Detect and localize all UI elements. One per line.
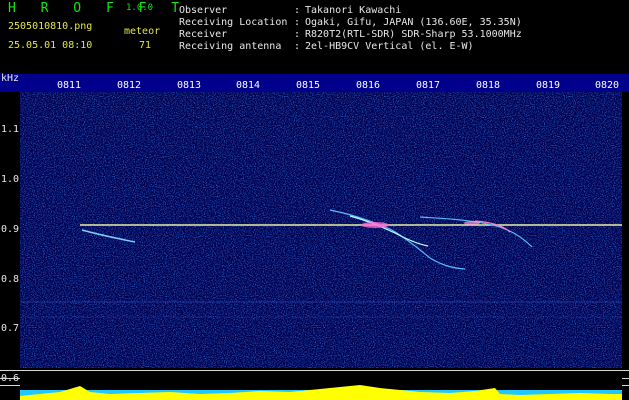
info-sep: : bbox=[294, 29, 301, 40]
info-sep: : bbox=[294, 17, 301, 28]
y-tick-label: 0.6 bbox=[1, 373, 20, 384]
meteor-head-echo bbox=[361, 222, 389, 228]
x-tick-label: 0820 bbox=[595, 80, 620, 91]
x-tick-label: 0816 bbox=[356, 80, 381, 91]
y-axis-unit: kHz bbox=[1, 73, 20, 84]
x-tick-label: 0819 bbox=[536, 80, 561, 91]
y-tick-label: 1.1 bbox=[1, 124, 20, 135]
file-name: 2505010810.png bbox=[8, 21, 93, 32]
info-key-observer: Observer bbox=[179, 5, 228, 16]
y-tick-label: 1.0 bbox=[1, 174, 20, 185]
info-sep: : bbox=[294, 41, 301, 52]
x-tick-label: 0817 bbox=[416, 80, 441, 91]
reference-line bbox=[0, 370, 629, 371]
meteor-label: meteor bbox=[124, 26, 161, 37]
info-sep: : bbox=[294, 5, 301, 16]
signal-level-meter bbox=[20, 378, 622, 400]
x-tick-label: 0812 bbox=[117, 80, 142, 91]
x-tick-label: 0815 bbox=[296, 80, 321, 91]
meteor-head-echo bbox=[464, 221, 480, 225]
info-value-observer: Takanori Kawachi bbox=[305, 5, 402, 16]
info-value-antenna: 2el-HB9CV Vertical (el. E-W) bbox=[305, 41, 474, 52]
x-tick-label: 0818 bbox=[476, 80, 501, 91]
info-value-location: Ogaki, Gifu, JAPAN (136.60E, 35.35N) bbox=[305, 17, 522, 28]
x-tick-label: 0811 bbox=[57, 80, 82, 91]
spectrogram-waterfall bbox=[20, 92, 622, 368]
y-tick-label: 0.9 bbox=[1, 224, 20, 235]
app-logo: H R O F F T bbox=[8, 1, 188, 16]
x-tick-label: 0813 bbox=[177, 80, 202, 91]
app-version: 1.0.0 bbox=[126, 3, 154, 13]
meteor-count: 71 bbox=[139, 40, 152, 51]
header-panel: H R O F F T 1.0.0 2505010810.png 25.05.0… bbox=[0, 0, 629, 74]
info-key-antenna: Receiving antenna bbox=[179, 41, 282, 52]
info-key-location: Receiving Location bbox=[179, 17, 288, 28]
y-tick-label: 0.8 bbox=[1, 274, 20, 285]
info-value-receiver: R820T2(RTL-SDR) SDR-Sharp 53.1000MHz bbox=[305, 29, 522, 40]
date-time: 25.05.01 08:10 bbox=[8, 40, 93, 51]
y-tick-label: 0.7 bbox=[1, 323, 20, 334]
x-tick-label: 0814 bbox=[236, 80, 261, 91]
info-key-receiver: Receiver bbox=[179, 29, 228, 40]
